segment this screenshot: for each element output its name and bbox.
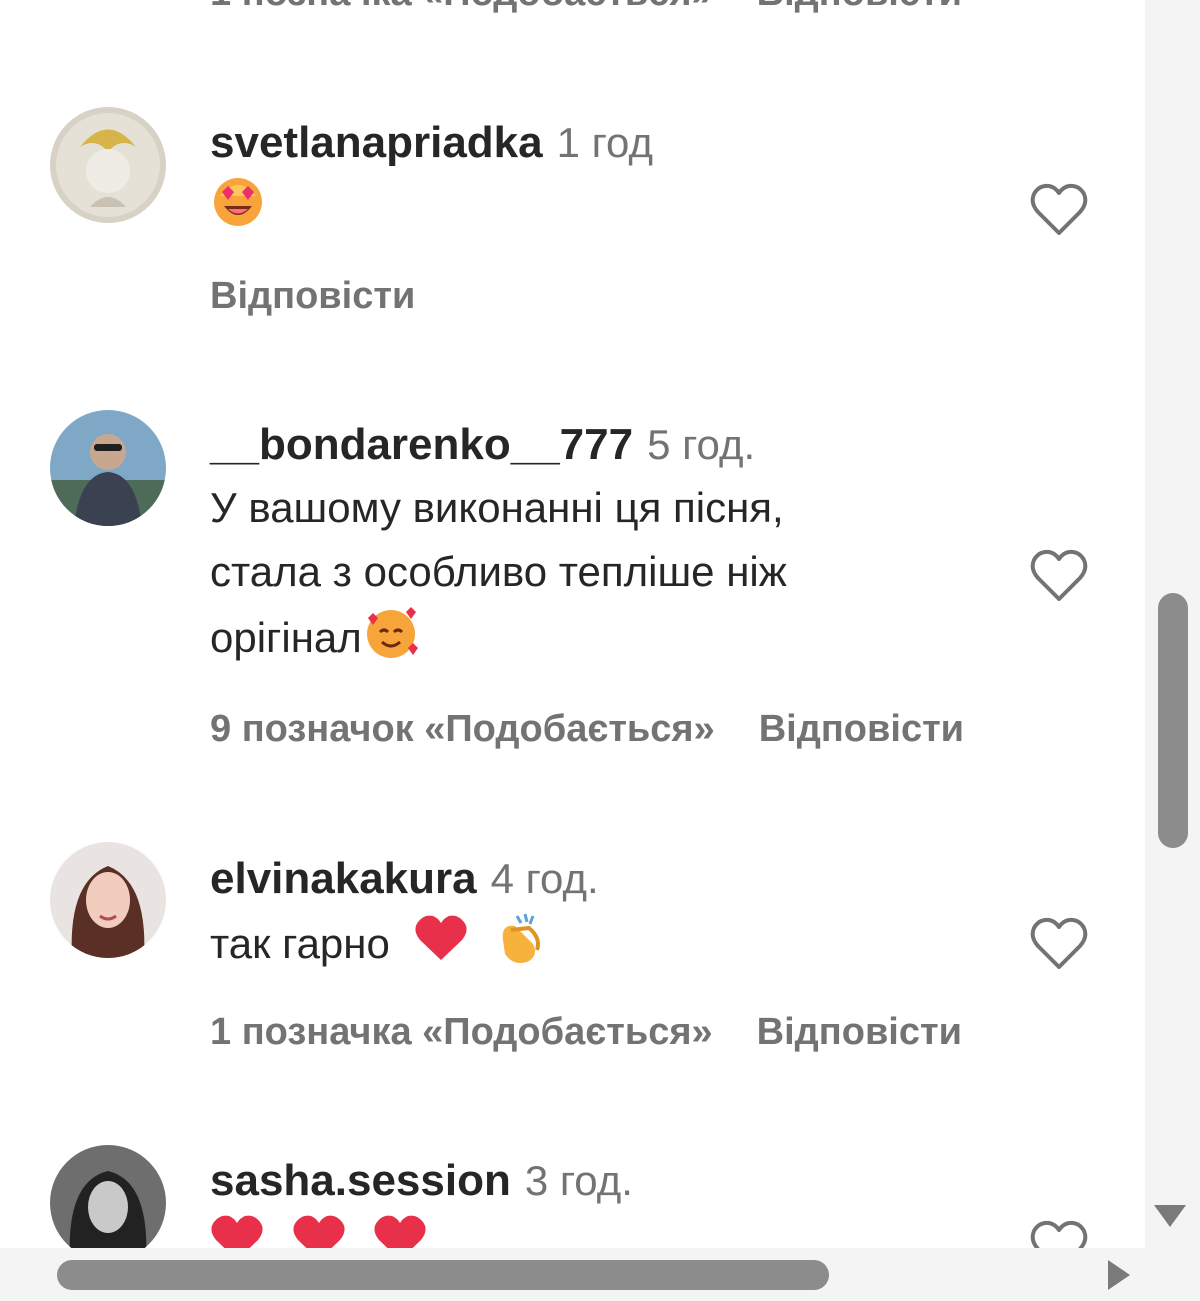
comment-meta: 1 позначка «Подобається» Відповісти [210, 1011, 962, 1054]
heart-eyes-emoji [210, 174, 266, 248]
likes-count[interactable]: 9 позначок «Подобається» [210, 708, 715, 750]
comment-text: так гарно [210, 910, 1010, 984]
reply-button[interactable]: Відповісти [757, 0, 962, 14]
vertical-scrollbar-thumb[interactable] [1158, 593, 1188, 848]
reply-button[interactable]: Відповісти [757, 1011, 962, 1053]
red-heart-emoji [373, 1214, 427, 1248]
red-heart-emoji [414, 914, 468, 980]
like-heart-icon[interactable] [1030, 549, 1088, 603]
comment-text [210, 1212, 1010, 1248]
like-heart-icon[interactable] [1030, 1220, 1088, 1248]
red-heart-emoji [210, 1214, 264, 1248]
scroll-down-arrow-icon[interactable] [1154, 1205, 1186, 1227]
comment-meta: Відповісти [210, 275, 415, 318]
clapping-hands-emoji [493, 910, 547, 984]
avatar[interactable] [50, 842, 166, 958]
comment-time[interactable]: 5 год. [647, 421, 755, 468]
avatar[interactable] [50, 107, 166, 223]
horizontal-scrollbar-thumb[interactable] [57, 1260, 829, 1290]
red-heart-emoji [292, 1214, 346, 1248]
avatar[interactable] [50, 1145, 166, 1248]
comment-text: У вашому виконанні ця пісня, стала з осо… [210, 476, 1010, 678]
like-heart-icon[interactable] [1030, 917, 1088, 971]
scroll-right-arrow-icon[interactable] [1108, 1260, 1130, 1290]
comment-meta: 9 позначок «Подобається» Відповісти [210, 708, 964, 751]
reply-button[interactable]: Відповісти [759, 708, 964, 750]
previous-comment-meta: 1 позначка «Подобається» Відповісти [210, 0, 962, 15]
comment-time[interactable]: 1 год [557, 119, 653, 166]
comment-username[interactable]: svetlanapriadka [210, 118, 543, 167]
comment-username[interactable]: elvinakakura [210, 854, 477, 903]
smiling-hearts-emoji [362, 604, 420, 678]
avatar[interactable] [50, 410, 166, 526]
comment-time[interactable]: 3 год. [525, 1157, 633, 1204]
scrollbar-corner [1145, 1248, 1200, 1301]
likes-count[interactable]: 1 позначка «Подобається» [210, 0, 713, 14]
like-heart-icon[interactable] [1030, 183, 1088, 237]
reply-button[interactable]: Відповісти [210, 275, 415, 317]
comment-time[interactable]: 4 год. [491, 855, 599, 902]
comments-list: 1 позначка «Подобається» Відповісти svetl… [0, 0, 1145, 1248]
comment-text [210, 174, 1010, 248]
comment-username[interactable]: __bondarenko__777 [210, 420, 633, 469]
likes-count[interactable]: 1 позначка «Подобається» [210, 1011, 713, 1053]
comment-username[interactable]: sasha.session [210, 1156, 511, 1205]
